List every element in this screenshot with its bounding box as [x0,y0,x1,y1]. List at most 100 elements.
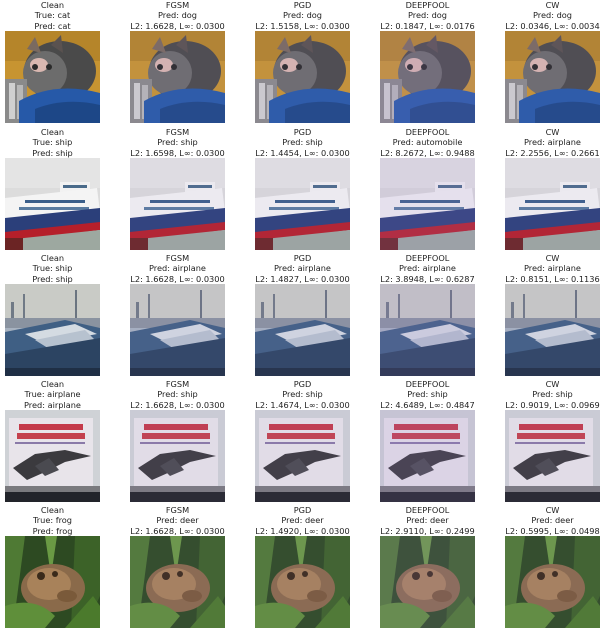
prediction-label: Pred: ship [532,389,573,400]
panel-title: DEEPFOOL Pred: ship L2: 4.6489, L∞: 0.4847 [360,379,495,410]
metric-label: Pred: ship [32,147,73,158]
panel-cw-cat: CW Pred: dog L2: 0.0346, L∞: 0.0034 [505,0,600,123]
example-image [380,536,475,628]
attack-method-label: DEEPFOOL [405,253,450,263]
prediction-label: Pred: ship [157,137,198,148]
panel-clean-ship-harbor: Clean True: ship Pred: ship [5,253,100,376]
panel-title: FGSM Pred: ship L2: 1.6598, L∞: 0.0300 [110,127,245,158]
prediction-label: Pred: airplane [399,263,456,274]
metric-label: L2: 2.9110, L∞: 0.2499 [380,525,475,536]
attack-method-label: FGSM [165,0,190,10]
panel-cw-frog: CW Pred: deer L2: 0.5995, L∞: 0.0498 [505,505,600,628]
prediction-label: Pred: airplane [524,137,581,148]
example-image [5,158,100,250]
attack-method-label: PGD [293,0,312,10]
panel-title: CW Pred: dog L2: 0.0346, L∞: 0.0034 [485,0,602,31]
example-image [380,158,475,250]
example-image [5,410,100,502]
panel-clean-cat: Clean True: cat Pred: cat [5,0,100,123]
metric-label: L2: 1.4827, L∞: 0.0300 [255,273,350,284]
prediction-label: Pred: deer [406,515,449,526]
attack-method-label: FGSM [165,127,190,137]
panel-deepfool-frog: DEEPFOOL Pred: deer L2: 2.9110, L∞: 0.2499 [380,505,475,628]
prediction-label: Pred: dog [158,10,197,21]
metric-label: L2: 1.6628, L∞: 0.0300 [130,399,225,410]
example-image [5,284,100,376]
prediction-label: Pred: airplane [149,263,206,274]
panel-title: DEEPFOOL Pred: automobile L2: 8.2672, L∞: … [360,127,495,158]
panel-pgd-cat: PGD Pred: dog L2: 1.5158, L∞: 0.0300 [255,0,350,123]
metric-label: L2: 1.6628, L∞: 0.0300 [130,20,225,31]
metric-label: Pred: ship [32,273,73,284]
attack-method-label: Clean [40,505,65,515]
attack-method-label: PGD [293,379,312,389]
example-image [505,158,600,250]
metric-label: L2: 0.1847, L∞: 0.0176 [380,20,475,31]
panel-title: Clean True: frog Pred: frog [0,505,120,536]
example-image [130,31,225,123]
panel-title: DEEPFOOL Pred: airplane L2: 3.8948, L∞: 0.… [360,253,495,284]
panel-title: Clean True: airplane Pred: airplane [0,379,120,410]
panel-fgsm-airplane: FGSM Pred: ship L2: 1.6628, L∞: 0.0300 [130,379,225,502]
panel-title: DEEPFOOL Pred: deer L2: 2.9110, L∞: 0.2499 [360,505,495,536]
metric-label: L2: 1.6628, L∞: 0.0300 [130,273,225,284]
example-image [5,31,100,123]
prediction-label: True: frog [32,515,73,526]
panel-fgsm-ship-white: FGSM Pred: ship L2: 1.6598, L∞: 0.0300 [130,127,225,250]
panel-title: Clean True: cat Pred: cat [0,0,120,31]
panel-title: CW Pred: ship L2: 0.9019, L∞: 0.0969 [485,379,602,410]
panel-pgd-ship-harbor: PGD Pred: airplane L2: 1.4827, L∞: 0.0300 [255,253,350,376]
attack-method-label: FGSM [165,379,190,389]
panel-deepfool-ship-harbor: DEEPFOOL Pred: airplane L2: 3.8948, L∞: 0.… [380,253,475,376]
example-image [130,536,225,628]
panel-cw-ship-harbor: CW Pred: airplane L2: 0.8151, L∞: 0.1136 [505,253,600,376]
prediction-label: Pred: ship [157,389,198,400]
attack-method-label: FGSM [165,505,190,515]
panel-clean-ship-white: Clean True: ship Pred: ship [5,127,100,250]
metric-label: L2: 4.6489, L∞: 0.4847 [380,399,475,410]
panel-fgsm-ship-harbor: FGSM Pred: airplane L2: 1.6628, L∞: 0.0300 [130,253,225,376]
metric-label: L2: 1.4454, L∞: 0.0300 [255,147,350,158]
attack-method-label: DEEPFOOL [405,379,450,389]
example-image [255,410,350,502]
panel-pgd-ship-white: PGD Pred: ship L2: 1.4454, L∞: 0.0300 [255,127,350,250]
panel-title: PGD Pred: deer L2: 1.4920, L∞: 0.0300 [235,505,370,536]
panel-title: PGD Pred: ship L2: 1.4674, L∞: 0.0300 [235,379,370,410]
example-image [380,31,475,123]
metric-label: L2: 8.2672, L∞: 0.9488 [380,147,475,158]
example-image [130,158,225,250]
example-image [255,284,350,376]
panel-title: FGSM Pred: deer L2: 1.6628, L∞: 0.0300 [110,505,245,536]
example-image [380,410,475,502]
attack-method-label: CW [545,127,560,137]
attack-method-label: CW [545,379,560,389]
example-image [255,31,350,123]
metric-label: L2: 1.6598, L∞: 0.0300 [130,147,225,158]
example-image [255,536,350,628]
example-image [130,284,225,376]
metric-label: L2: 0.0346, L∞: 0.0034 [505,20,600,31]
metric-label: Pred: cat [34,20,71,31]
attack-method-label: CW [545,253,560,263]
metric-label: L2: 1.4674, L∞: 0.0300 [255,399,350,410]
prediction-label: Pred: automobile [392,137,463,148]
attack-method-label: DEEPFOOL [405,505,450,515]
example-image [5,536,100,628]
attack-method-label: PGD [293,253,312,263]
prediction-label: Pred: deer [531,515,574,526]
metric-label: L2: 2.2556, L∞: 0.2661 [505,147,600,158]
prediction-label: Pred: ship [282,389,323,400]
metric-label: L2: 0.5995, L∞: 0.0498 [505,525,600,536]
attack-method-label: PGD [293,127,312,137]
metric-label: Pred: frog [32,525,73,536]
metric-label: L2: 1.6628, L∞: 0.0300 [130,525,225,536]
prediction-label: Pred: ship [282,137,323,148]
panel-clean-airplane: Clean True: airplane Pred: airplane [5,379,100,502]
attack-method-label: Clean [40,0,65,10]
panel-cw-airplane: CW Pred: ship L2: 0.9019, L∞: 0.0969 [505,379,600,502]
prediction-label: Pred: ship [407,389,448,400]
attack-method-label: DEEPFOOL [405,127,450,137]
prediction-label: Pred: dog [408,10,447,21]
example-image [130,410,225,502]
metric-label: L2: 1.4920, L∞: 0.0300 [255,525,350,536]
